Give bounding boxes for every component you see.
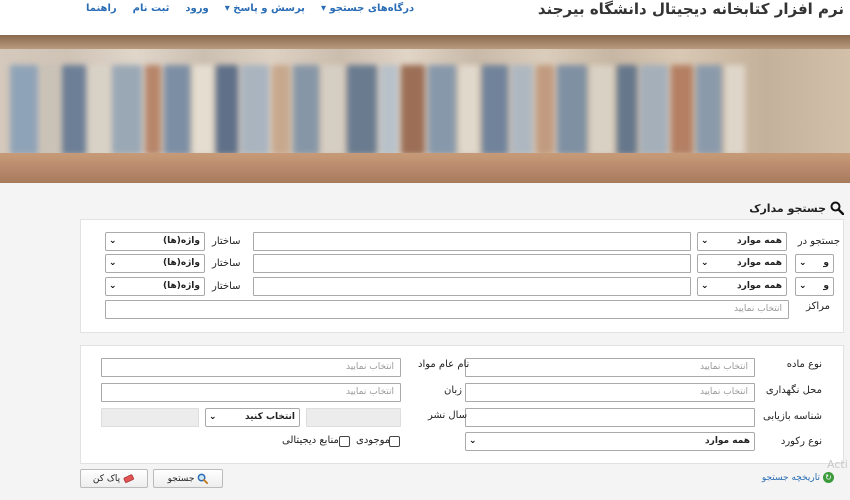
banner-shelf-bottom (0, 153, 850, 183)
field-select-2-value: همه موارد (737, 258, 782, 268)
pub-year-select-value: انتخاب کنید (245, 412, 295, 422)
chevron-down-icon: ⌄ (469, 436, 477, 446)
record-type-select-value: همه موارد (705, 436, 750, 446)
pub-year-input-2 (101, 408, 199, 427)
chevron-down-icon: ⌄ (109, 258, 117, 268)
clear-button-label: پاک کن (92, 473, 121, 484)
eraser-icon (123, 474, 135, 483)
search-button-label: جستجو (167, 473, 195, 484)
search-icon (830, 201, 844, 215)
chevron-down-icon: ⌄ (109, 281, 117, 291)
structure-select-3[interactable]: واژه(ها) ⌄ (105, 277, 205, 296)
structure-select-3-value: واژه(ها) (162, 281, 200, 291)
search-input-2[interactable] (253, 254, 691, 273)
structure-select-1[interactable]: واژه(ها) ⌄ (105, 232, 205, 251)
available-label: موجودی (356, 435, 391, 446)
field-select-3[interactable]: همه موارد ⌄ (697, 277, 787, 296)
nav-login[interactable]: ورود (185, 3, 208, 14)
call-number-label: شناسه بازیابی (763, 411, 822, 422)
nav-register[interactable]: ثبت نام (133, 3, 170, 14)
chevron-down-icon: ⌄ (109, 236, 117, 246)
chevron-down-icon: ⌄ (209, 412, 217, 422)
search-in-label: جستجو در (797, 236, 840, 247)
language-label: زبان (444, 385, 463, 396)
operator-select-2[interactable]: و ⌄ (795, 254, 834, 273)
record-type-label: نوع رکورد (780, 436, 822, 447)
search-input-3[interactable] (253, 277, 691, 296)
language-input[interactable]: انتخاب نمایید (101, 383, 401, 402)
chevron-down-icon: ⌄ (701, 258, 709, 268)
operator-select-2-value: و (823, 258, 829, 268)
general-material-label: نام عام مواد (418, 359, 470, 370)
record-type-select[interactable]: همه موارد ⌄ (465, 432, 755, 451)
field-select-1[interactable]: همه موارد ⌄ (697, 232, 787, 251)
material-type-label: نوع ماده (786, 359, 822, 370)
field-select-1-value: همه موارد (737, 236, 782, 246)
structure-select-2[interactable]: واژه(ها) ⌄ (105, 254, 205, 273)
call-number-input[interactable] (465, 408, 755, 427)
chevron-down-icon: ⌄ (799, 281, 807, 291)
field-select-2[interactable]: همه موارد ⌄ (697, 254, 787, 273)
operator-select-3-value: و (823, 281, 829, 291)
site-title: نرم افزار کتابخانه دیجیتال دانشگاه بیرجن… (537, 0, 844, 18)
structure-label-1: ساختار (212, 236, 241, 247)
pub-year-select[interactable]: انتخاب کنید ⌄ (205, 408, 300, 427)
available-checkbox[interactable] (389, 436, 400, 447)
general-material-input[interactable]: انتخاب نمایید (101, 358, 401, 377)
nav-help[interactable]: راهنما (86, 3, 117, 14)
centers-label: مراکز (806, 301, 830, 312)
pub-year-label: سال نشر (428, 410, 468, 421)
operator-select-3[interactable]: و ⌄ (795, 277, 834, 296)
structure-select-1-value: واژه(ها) (162, 236, 200, 246)
banner-books (0, 65, 850, 155)
field-select-3-value: همه موارد (737, 281, 782, 291)
chevron-down-icon: ⌄ (799, 258, 807, 268)
top-bar: نرم افزار کتابخانه دیجیتال دانشگاه بیرجن… (0, 0, 850, 35)
location-label: محل نگهداری (765, 385, 822, 396)
nav-search-portals[interactable]: درگاه‌های جستجو ▾ (321, 3, 414, 14)
material-type-input[interactable]: انتخاب نمایید (465, 358, 755, 377)
magnifier-icon (198, 473, 209, 484)
digital-label: منابع دیجیتالی (282, 435, 339, 446)
banner-shelf-top (0, 35, 850, 49)
search-input-1[interactable] (253, 232, 691, 251)
location-input[interactable]: انتخاب نمایید (465, 383, 755, 402)
history-icon: ↻ (823, 472, 834, 483)
search-button[interactable]: جستجو (153, 469, 223, 488)
structure-label-2: ساختار (212, 258, 241, 269)
chevron-down-icon: ⌄ (701, 236, 709, 246)
centers-input[interactable]: انتخاب نمایید (105, 300, 789, 319)
section-title: جستجو مدارک (749, 202, 826, 215)
search-history-label: تاریخچه جستجو (761, 472, 820, 483)
nav-qa[interactable]: پرسش و پاسخ ▾ (225, 3, 305, 14)
clear-button[interactable]: پاک کن (80, 469, 148, 488)
structure-select-2-value: واژه(ها) (162, 258, 200, 268)
top-nav: درگاه‌های جستجو ▾ پرسش و پاسخ ▾ ورود ثبت… (86, 3, 414, 14)
structure-label-3: ساختار (212, 281, 241, 292)
banner-image (0, 35, 850, 183)
pub-year-input (306, 408, 401, 427)
search-history-link[interactable]: ↻ تاریخچه جستجو (762, 472, 834, 483)
chevron-down-icon: ⌄ (701, 281, 709, 291)
digital-checkbox[interactable] (339, 436, 350, 447)
activation-watermark: Acti (827, 458, 848, 471)
